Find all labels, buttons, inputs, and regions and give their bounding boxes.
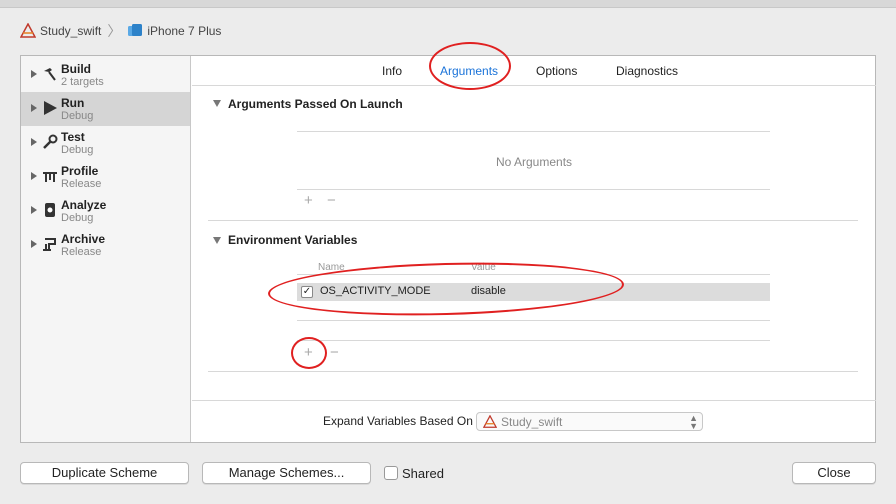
sidebar-item-analyze[interactable]: Analyze Debug — [21, 194, 190, 228]
sidebar-item-sublabel: 2 targets — [61, 76, 104, 88]
annotation-circle-arguments-tab — [429, 42, 511, 90]
arguments-list-bottom-border — [297, 189, 770, 190]
analyze-icon — [45, 203, 55, 217]
arguments-disclosure-icon[interactable] — [213, 100, 221, 107]
scheme-tabs: Info Arguments Options Diagnostics — [192, 56, 876, 86]
breadcrumb-separator: 〉 — [107, 23, 122, 39]
duplicate-scheme-button[interactable]: Duplicate Scheme — [20, 462, 189, 484]
scheme-actions-sidebar: Build 2 targets Run Debug Test Debug Pro… — [21, 56, 191, 442]
play-icon — [44, 101, 57, 115]
annotation-circle-add-button — [291, 337, 327, 369]
xcode-project-icon — [20, 23, 36, 38]
sidebar-item-label: Analyze — [61, 198, 107, 212]
expand-variables-label: Expand Variables Based On — [323, 414, 473, 428]
sidebar-item-label: Archive — [61, 232, 106, 246]
footer-divider — [192, 400, 876, 401]
sidebar-item-sublabel: Release — [61, 246, 102, 258]
no-arguments-label: No Arguments — [496, 155, 573, 169]
breadcrumb[interactable]: Study_swift 〉 iPhone 7 Plus — [20, 22, 221, 40]
disclosure-triangle-icon[interactable] — [31, 206, 37, 214]
tab-info[interactable]: Info — [382, 64, 402, 78]
arguments-section-title: Arguments Passed On Launch — [228, 97, 403, 111]
hammer-icon — [44, 68, 56, 81]
disclosure-triangle-icon[interactable] — [31, 138, 37, 146]
close-button[interactable]: Close — [792, 462, 876, 484]
sidebar-item-label: Test — [61, 130, 85, 144]
env-list-divider — [297, 320, 770, 321]
chevron-updown-icon: ▲ ▼ — [689, 413, 698, 431]
sidebar-item-sublabel: Debug — [61, 110, 94, 122]
sidebar-item-sublabel: Debug — [61, 144, 94, 156]
scheme-editor-panel: Build 2 targets Run Debug Test Debug Pro… — [20, 55, 876, 443]
disclosure-triangle-icon[interactable] — [31, 172, 37, 180]
xcode-project-icon — [483, 415, 497, 428]
remove-env-variable-button[interactable]: − — [330, 345, 339, 360]
arguments-list-top-border — [297, 131, 770, 132]
shared-checkbox[interactable] — [384, 466, 398, 480]
sidebar-item-sublabel: Debug — [61, 212, 94, 224]
instruments-icon — [43, 172, 57, 182]
expand-variables-select[interactable]: Study_swift ▲ ▼ — [476, 412, 703, 431]
env-list-bottom-border — [297, 340, 770, 341]
add-argument-button[interactable]: + — [304, 193, 313, 208]
section-divider — [208, 220, 858, 221]
window-top-edge — [0, 0, 896, 8]
sidebar-item-archive[interactable]: Archive Release — [21, 228, 190, 262]
tab-diagnostics[interactable]: Diagnostics — [616, 64, 678, 78]
breadcrumb-project[interactable]: Study_swift — [40, 24, 101, 38]
disclosure-triangle-icon[interactable] — [31, 240, 37, 248]
sidebar-item-run[interactable]: Run Debug — [21, 92, 190, 126]
shared-label[interactable]: Shared — [402, 466, 444, 481]
disclosure-triangle-icon[interactable] — [31, 70, 37, 78]
tab-options[interactable]: Options — [536, 64, 577, 78]
environment-disclosure-icon[interactable] — [213, 237, 221, 244]
sidebar-item-sublabel: Release — [61, 178, 102, 190]
sidebar-item-build[interactable]: Build 2 targets — [21, 58, 190, 92]
sidebar-item-profile[interactable]: Profile Release — [21, 160, 190, 194]
remove-argument-button[interactable]: − — [327, 193, 336, 208]
simulator-device-icon — [128, 24, 143, 36]
expand-variables-value: Study_swift — [501, 415, 563, 429]
disclosure-triangle-icon[interactable] — [31, 104, 37, 112]
sidebar-item-label: Run — [61, 96, 85, 110]
archive-icon — [43, 238, 56, 251]
sidebar-item-label: Profile — [61, 164, 99, 178]
environment-section-title: Environment Variables — [228, 233, 358, 247]
section-divider — [208, 371, 858, 372]
sidebar-item-label: Build — [61, 62, 91, 76]
wrench-icon — [43, 134, 58, 149]
breadcrumb-device[interactable]: iPhone 7 Plus — [147, 24, 221, 38]
manage-schemes-button[interactable]: Manage Schemes... — [202, 462, 371, 484]
sidebar-item-test[interactable]: Test Debug — [21, 126, 190, 160]
